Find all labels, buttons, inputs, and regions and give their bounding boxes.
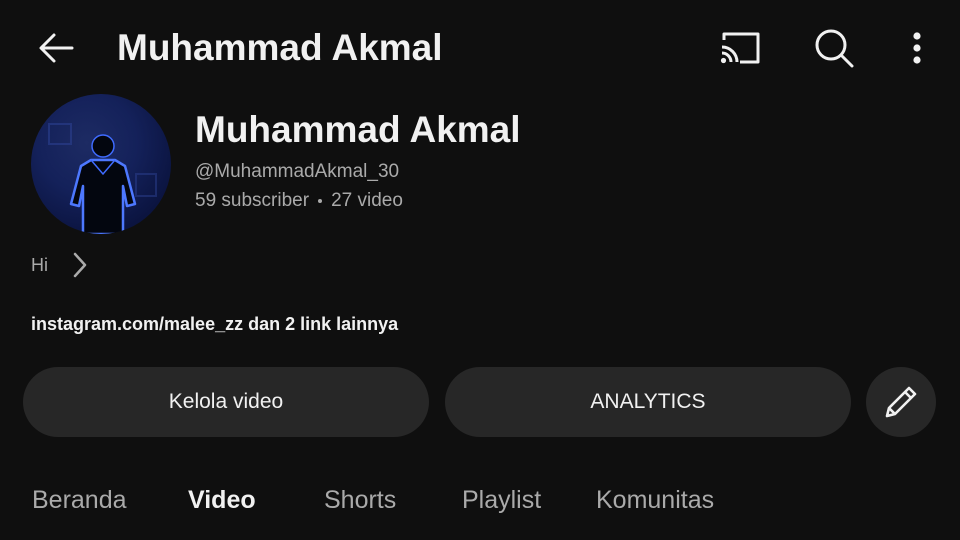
tab-shorts[interactable]: Shorts bbox=[324, 476, 396, 524]
more-vert-icon bbox=[913, 32, 921, 64]
cast-button[interactable] bbox=[714, 26, 766, 70]
tab-komunitas[interactable]: Komunitas bbox=[596, 476, 714, 524]
channel-tabs: Beranda Video Shorts Playlist Komunitas bbox=[0, 476, 960, 526]
channel-name: Muhammad Akmal bbox=[195, 109, 521, 150]
subscriber-count: 59 subscriber bbox=[195, 190, 310, 211]
search-icon bbox=[815, 29, 854, 68]
avatar-person-image bbox=[48, 123, 157, 234]
more-options-button[interactable] bbox=[900, 24, 934, 72]
channel-links[interactable]: instagram.com/malee_zz dan 2 link lainny… bbox=[31, 312, 398, 336]
search-button[interactable] bbox=[808, 24, 860, 72]
description-text: Hi bbox=[31, 254, 48, 275]
page-title: Muhammad Akmal bbox=[117, 27, 443, 68]
tab-video[interactable]: Video bbox=[188, 476, 256, 524]
manage-videos-button[interactable]: Kelola video bbox=[23, 367, 429, 437]
analytics-button[interactable]: ANALYTICS bbox=[445, 367, 851, 437]
top-app-bar: Muhammad Akmal bbox=[0, 0, 960, 98]
chevron-right-icon bbox=[72, 252, 88, 278]
back-arrow-icon bbox=[39, 33, 74, 63]
pencil-icon bbox=[885, 386, 917, 418]
cast-icon bbox=[720, 32, 760, 64]
channel-stats: 59 subscriber 27 video bbox=[195, 189, 403, 213]
channel-avatar[interactable] bbox=[31, 94, 171, 234]
tab-playlist[interactable]: Playlist bbox=[462, 476, 541, 524]
edit-channel-button[interactable] bbox=[866, 367, 936, 437]
channel-handle: @MuhammadAkmal_30 bbox=[195, 161, 400, 182]
video-count: 27 video bbox=[331, 190, 403, 211]
back-button[interactable] bbox=[30, 24, 82, 72]
channel-description[interactable]: Hi bbox=[31, 250, 88, 280]
separator-dot bbox=[318, 199, 323, 203]
tab-beranda[interactable]: Beranda bbox=[32, 476, 127, 524]
